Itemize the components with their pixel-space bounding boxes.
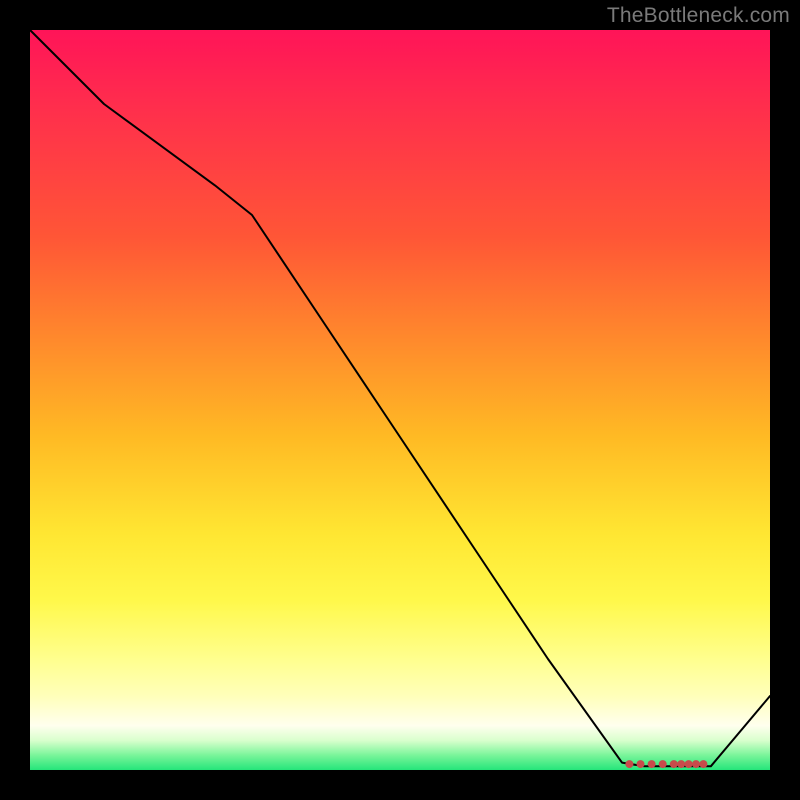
highlight-dot: [677, 760, 685, 768]
chart-frame: TheBottleneck.com: [0, 0, 800, 800]
highlight-dot: [699, 760, 707, 768]
highlight-dot: [692, 760, 700, 768]
highlight-dot: [625, 760, 633, 768]
plot-area: [30, 30, 770, 770]
highlight-dot: [648, 760, 656, 768]
bottleneck-curve: [30, 30, 770, 766]
watermark-text: TheBottleneck.com: [607, 4, 790, 28]
highlight-dot: [659, 760, 667, 768]
highlight-dot: [685, 760, 693, 768]
highlight-dot: [637, 760, 645, 768]
highlight-dot: [670, 760, 678, 768]
chart-svg: [30, 30, 770, 770]
